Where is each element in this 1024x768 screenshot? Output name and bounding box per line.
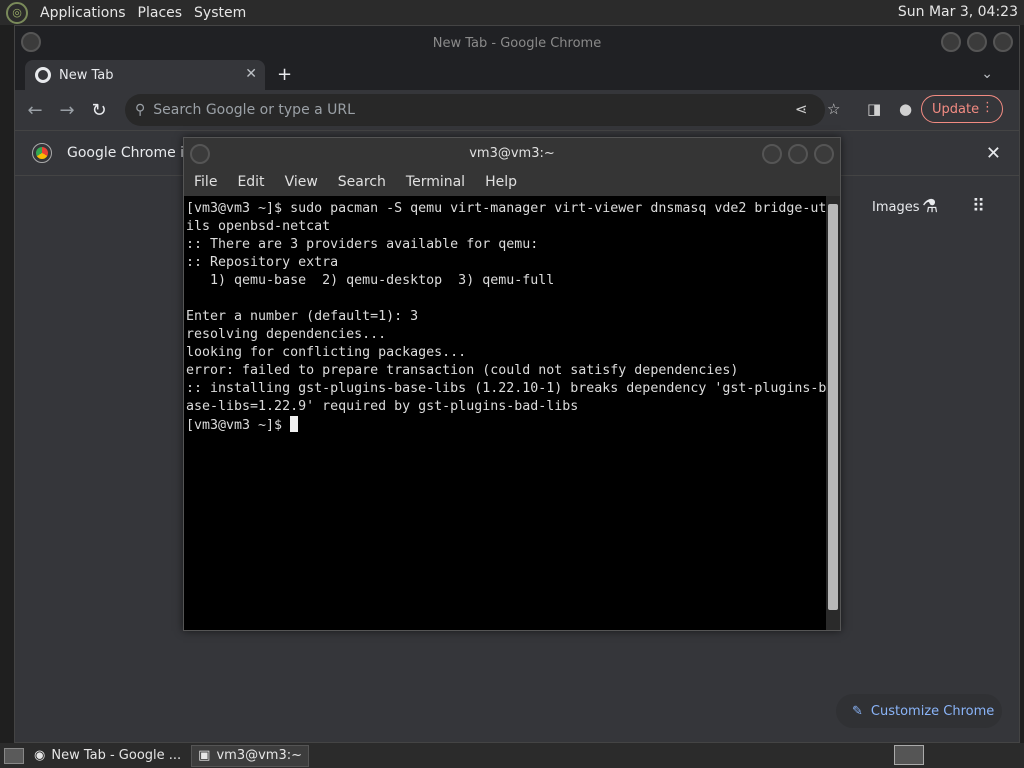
forward-arrow-icon[interactable]: → xyxy=(51,100,83,121)
workspace-switcher[interactable] xyxy=(894,745,924,765)
terminal-maximize-button[interactable] xyxy=(788,144,808,164)
maximize-button[interactable] xyxy=(967,32,987,52)
update-button[interactable]: Update ⋮ xyxy=(921,95,1003,123)
terminal-prompt-line: [vm3@vm3 ~]$ xyxy=(186,416,828,435)
terminal-minimize-button[interactable] xyxy=(762,144,782,164)
labs-flask-icon[interactable]: ⚗ xyxy=(922,196,938,217)
terminal-line: ils openbsd-netcat xyxy=(186,219,331,234)
share-icon[interactable]: ⋖ xyxy=(795,100,808,118)
tab-new-tab[interactable]: New Tab ✕ xyxy=(25,60,265,90)
menu-view[interactable]: View xyxy=(275,174,328,190)
tab-title: New Tab xyxy=(59,67,114,83)
bookmark-star-icon[interactable]: ☆ xyxy=(827,100,840,118)
terminal-line: Enter a number (default=1): 3 xyxy=(186,309,419,324)
tab-close-icon[interactable]: ✕ xyxy=(245,66,257,82)
show-desktop-icon[interactable] xyxy=(4,747,24,764)
menu-system[interactable]: System xyxy=(188,5,252,21)
scrollbar-thumb[interactable] xyxy=(828,204,838,610)
menu-search[interactable]: Search xyxy=(328,174,396,190)
chrome-favicon-icon xyxy=(35,67,51,83)
tab-strip: New Tab ✕ + ⌄ xyxy=(15,60,1019,90)
terminal-cursor xyxy=(290,416,299,432)
menu-file[interactable]: File xyxy=(184,174,227,190)
tab-search-chevron-icon[interactable]: ⌄ xyxy=(981,66,993,82)
terminal-line: 1) qemu-base 2) qemu-desktop 3) qemu-ful… xyxy=(186,273,555,288)
terminal-title: vm3@vm3:~ xyxy=(469,145,555,161)
menu-places[interactable]: Places xyxy=(132,5,189,21)
pencil-icon: ✎ xyxy=(852,703,863,719)
chrome-toolbar: ← → ↻ ⚲ Search Google or type a URL ⋖ ☆ … xyxy=(15,90,1019,130)
menu-terminal[interactable]: Terminal xyxy=(396,174,475,190)
terminal-line: :: installing gst-plugins-base-libs (1.2… xyxy=(186,381,827,396)
omnibox-placeholder: Search Google or type a URL xyxy=(153,102,355,118)
top-panel: ◎ Applications Places System Sun Mar 3, … xyxy=(0,0,1024,25)
kebab-menu-icon[interactable]: ⋮ xyxy=(981,100,994,115)
customize-chrome-button[interactable]: ✎ Customize Chrome xyxy=(836,694,1002,728)
profile-avatar-icon[interactable]: ● xyxy=(899,100,912,118)
taskbar-item-label: New Tab - Google ... xyxy=(51,748,182,763)
chrome-window-title: New Tab - Google Chrome xyxy=(432,35,602,51)
search-icon: ⚲ xyxy=(135,102,146,118)
taskbar-item-terminal[interactable]: ▣ vm3@vm3:~ xyxy=(191,744,309,767)
taskbar-item-chrome[interactable]: ◉ New Tab - Google ... xyxy=(28,745,187,767)
terminal-titlebar[interactable]: vm3@vm3:~ xyxy=(184,138,840,168)
terminal-window-menu-button[interactable] xyxy=(190,144,210,164)
terminal-line: resolving dependencies... xyxy=(186,327,387,342)
terminal-line: looking for conflicting packages... xyxy=(186,345,467,360)
side-panel-icon[interactable]: ◨ xyxy=(867,100,881,118)
terminal-line: :: Repository extra xyxy=(186,255,339,270)
window-menu-button[interactable] xyxy=(21,32,41,52)
terminal-scrollbar[interactable] xyxy=(826,196,840,630)
omnibox-input[interactable]: ⚲ Search Google or type a URL xyxy=(125,94,825,126)
menu-edit[interactable]: Edit xyxy=(227,174,274,190)
terminal-icon: ▣ xyxy=(198,748,211,763)
terminal-line: ase-libs=1.22.9' required by gst-plugins… xyxy=(186,399,579,414)
reload-icon[interactable]: ↻ xyxy=(83,100,115,121)
new-tab-plus-icon[interactable]: + xyxy=(277,64,292,85)
chrome-logo-icon xyxy=(32,143,52,163)
minimize-button[interactable] xyxy=(941,32,961,52)
terminal-screen[interactable]: [vm3@vm3 ~]$ sudo pacman -S qemu virt-ma… xyxy=(184,196,828,630)
update-label: Update xyxy=(932,101,980,117)
infobar-text: Google Chrome isn xyxy=(67,145,201,161)
terminal-prompt: [vm3@vm3 ~]$ xyxy=(186,418,291,433)
menu-help[interactable]: Help xyxy=(475,174,527,190)
menu-applications[interactable]: Applications xyxy=(34,5,132,21)
terminal-menubar: File Edit View Search Terminal Help xyxy=(184,168,840,196)
infobar-close-icon[interactable]: ✕ xyxy=(986,143,1001,164)
terminal-close-button[interactable] xyxy=(814,144,834,164)
ntp-images-link[interactable]: Images xyxy=(872,200,920,215)
back-arrow-icon[interactable]: ← xyxy=(19,100,51,121)
chrome-logo-icon: ◉ xyxy=(34,748,46,763)
terminal-line: [vm3@vm3 ~]$ sudo pacman -S qemu virt-ma… xyxy=(186,201,827,216)
apps-grid-icon[interactable]: ⠿ xyxy=(972,196,985,217)
terminal-window: vm3@vm3:~ File Edit View Search Terminal… xyxy=(183,137,841,631)
panel-clock[interactable]: Sun Mar 3, 04:23 xyxy=(898,4,1018,20)
terminal-line: error: failed to prepare transaction (co… xyxy=(186,363,739,378)
customize-label: Customize Chrome xyxy=(870,703,995,719)
taskbar-item-label: vm3@vm3:~ xyxy=(216,748,302,763)
chrome-titlebar[interactable]: New Tab - Google Chrome xyxy=(15,26,1019,60)
close-window-button[interactable] xyxy=(993,32,1013,52)
terminal-line: :: There are 3 providers available for q… xyxy=(186,237,539,252)
menu-logo-icon[interactable]: ◎ xyxy=(6,1,28,24)
bottom-panel: ◉ New Tab - Google ... ▣ vm3@vm3:~ xyxy=(0,743,1024,768)
